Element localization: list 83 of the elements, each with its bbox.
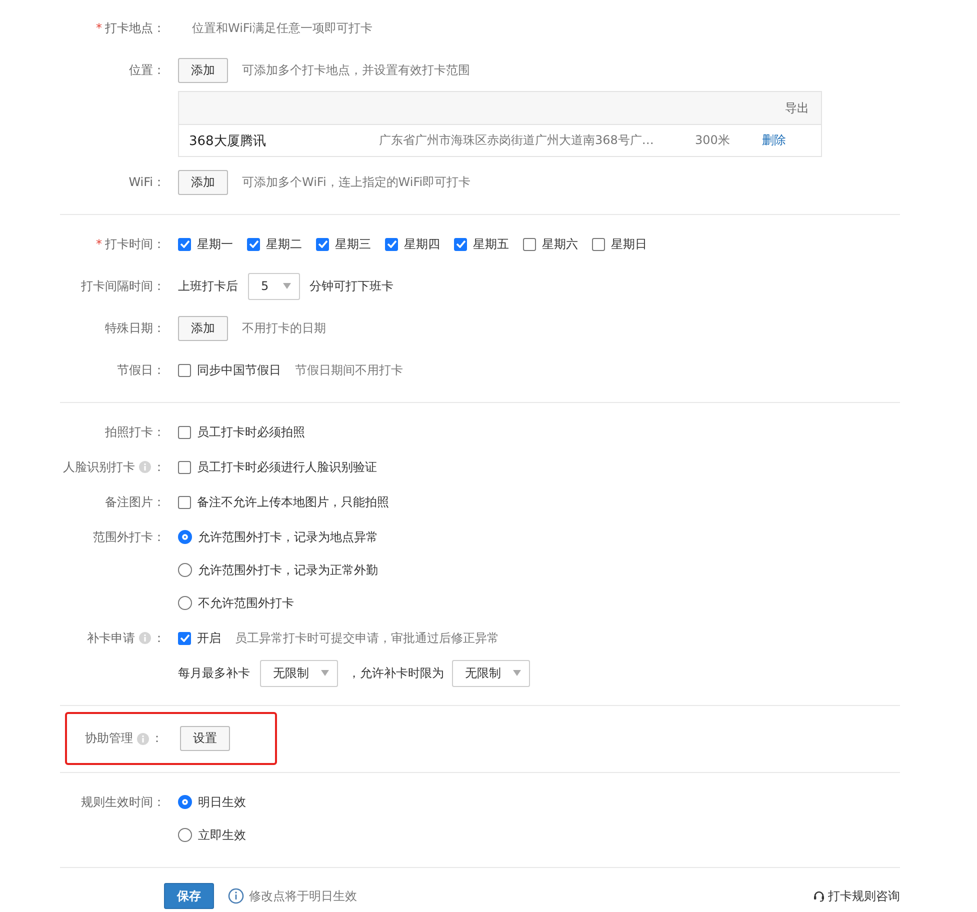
- caret-icon: [321, 670, 329, 676]
- checkbox[interactable]: [523, 238, 536, 250]
- field-label: 打卡地点：: [105, 20, 165, 36]
- checkbox-label: 星期四: [404, 236, 440, 252]
- headset-icon: [813, 890, 825, 902]
- hint-text: 可添加多个打卡地点，并设置有效打卡范围: [242, 62, 470, 78]
- radio-label: 立即生效: [198, 826, 246, 844]
- field-label: 节假日：: [117, 362, 165, 378]
- field-label: 特殊日期：: [105, 320, 165, 336]
- field-label: 备注图片：: [105, 494, 165, 510]
- save-button[interactable]: 保存: [164, 883, 214, 909]
- add-button[interactable]: 添加: [178, 316, 228, 340]
- minutes-select[interactable]: 5: [248, 272, 300, 300]
- monthly-limit-select[interactable]: 无限制: [260, 660, 338, 686]
- table-cell-text: 368大厦腾讯: [188, 132, 267, 150]
- caret-icon: [282, 283, 291, 289]
- field-label: 协助管理: [85, 730, 133, 747]
- field-label: 人脸识别打卡: [63, 458, 135, 476]
- field-label: 范围外打卡：: [93, 528, 165, 546]
- checkbox-label: 开启: [197, 630, 221, 646]
- radio-label: 允许范围外打卡，记录为正常外勤: [198, 562, 378, 578]
- checkbox-label: 星期三: [335, 236, 371, 252]
- checkbox[interactable]: [178, 496, 191, 508]
- table-cell-text: 广东省广州市海珠区赤岗街道广州大道南368号广…: [379, 132, 655, 149]
- checkbox[interactable]: [316, 238, 329, 250]
- hint-text: 可添加多个WiFi，连上指定的WiFi即可打卡: [242, 174, 471, 190]
- limit-text: 每月最多补卡: [178, 664, 250, 682]
- field-label: 规则生效时间：: [81, 794, 165, 810]
- radio-button[interactable]: [178, 530, 192, 544]
- radio-label: 明日生效: [198, 794, 246, 810]
- checkbox[interactable]: [592, 238, 605, 250]
- checkbox-label: 同步中国节假日: [197, 362, 281, 378]
- info-icon: [228, 888, 244, 904]
- checkbox-label: 星期日: [611, 236, 647, 252]
- checkbox[interactable]: [454, 238, 467, 250]
- checkbox-label: 星期二: [266, 236, 302, 252]
- field-label: 补卡申请: [87, 630, 135, 646]
- checkbox[interactable]: [247, 238, 260, 250]
- hint-text: 员工异常打卡时可提交申请，审批通过后修正异常: [235, 630, 499, 646]
- field-label: WiFi：: [128, 174, 165, 190]
- label-colon: ：: [151, 730, 163, 747]
- table-cell-text: 300米: [695, 132, 731, 149]
- caret-icon: [513, 670, 521, 676]
- interval-text: 上班打卡后: [178, 278, 238, 294]
- radio-label: 不允许范围外打卡: [198, 594, 294, 612]
- checkbox[interactable]: [178, 460, 191, 474]
- radio-button[interactable]: [178, 795, 192, 809]
- label-colon: ：: [153, 630, 165, 646]
- hint-text: 位置和WiFi满足任意一项即可打卡: [192, 20, 372, 36]
- interval-text: 分钟可打下班卡: [310, 278, 394, 294]
- checkbox-label: 员工打卡时必须进行人脸识别验证: [197, 458, 377, 476]
- required-mark: *: [96, 21, 102, 35]
- checkbox-label: 星期一: [197, 236, 233, 252]
- radio-button[interactable]: [178, 596, 192, 610]
- checkbox[interactable]: [385, 238, 398, 250]
- checkbox[interactable]: [178, 364, 191, 376]
- checkbox[interactable]: [178, 632, 191, 644]
- export-link[interactable]: 导出: [785, 100, 809, 116]
- note-text: 修改点将于明日生效: [249, 888, 357, 904]
- checkbox[interactable]: [178, 426, 191, 438]
- checkbox[interactable]: [178, 238, 191, 250]
- time-limit-select[interactable]: 无限制: [452, 660, 530, 686]
- settings-button[interactable]: 设置: [180, 726, 230, 751]
- checkbox-label: 备注不允许上传本地图片，只能拍照: [197, 494, 389, 510]
- add-button[interactable]: 添加: [178, 58, 228, 82]
- checkbox-label: 星期六: [542, 236, 578, 252]
- add-button[interactable]: 添加: [178, 170, 228, 194]
- radio-button[interactable]: [178, 828, 192, 842]
- limit-text: ，允许补卡时限为: [348, 664, 444, 682]
- help-link[interactable]: 打卡规则咨询: [813, 888, 900, 904]
- radio-button[interactable]: [178, 563, 192, 577]
- field-label: 打卡时间：: [105, 236, 165, 252]
- hint-text: 节假日期间不用打卡: [295, 362, 403, 378]
- radio-label: 允许范围外打卡，记录为地点异常: [198, 528, 378, 546]
- checkbox-label: 星期五: [473, 236, 509, 252]
- field-label: 打卡间隔时间：: [81, 278, 165, 294]
- checkbox-label: 员工打卡时必须拍照: [197, 424, 305, 440]
- hint-text: 不用打卡的日期: [242, 320, 326, 336]
- delete-link[interactable]: 删除: [762, 132, 786, 149]
- label-colon: ：: [153, 458, 165, 476]
- field-label: 拍照打卡：: [105, 424, 165, 440]
- required-mark: *: [96, 237, 102, 251]
- field-label: 位置：: [129, 62, 165, 78]
